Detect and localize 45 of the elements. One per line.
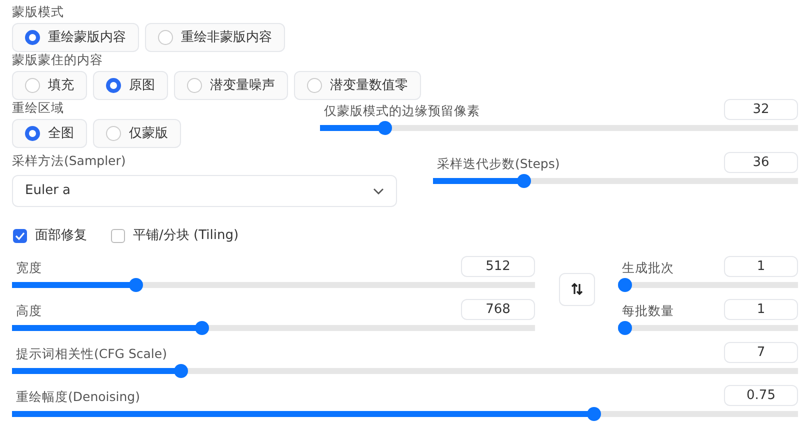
slider-thumb[interactable] [618,320,632,334]
slider-thumb[interactable] [587,406,602,420]
radio-option[interactable]: 重绘非蒙版内容 [145,23,285,52]
slider-thumb[interactable] [195,320,210,334]
field-label: 提示词相关性(CFG Scale) [15,344,167,362]
field-label: 每批数量 [621,302,674,318]
field-label: 重绘幅度(Denoising) [15,388,140,404]
field-label: 仅蒙版模式的边缘预留像素 [323,102,480,119]
slider-thumb[interactable] [517,174,532,188]
number-field[interactable]: 32 [724,99,798,120]
number-field[interactable]: 512 [461,256,535,276]
number-field[interactable]: 1 [724,298,798,320]
field-label: 采样方法(Sampler) [12,153,127,169]
slider-thumb[interactable] [129,278,144,292]
number-field[interactable]: 7 [724,342,798,362]
field-label: 生成批次 [621,258,674,276]
radio-option[interactable]: 全图 [12,119,87,148]
field-label: 宽度 [15,258,42,276]
radio-option[interactable]: 填充 [12,71,87,100]
radio-option[interactable]: 潜变量数值零 [294,71,421,100]
number-field[interactable]: 1 [724,256,798,276]
radio-option[interactable]: 原图 [93,71,168,100]
field-label: 重绘区域 [12,100,65,116]
radio-option[interactable]: 重绘蒙版内容 [12,23,139,52]
checkmark-icon [15,232,25,240]
checkbox-option[interactable]: 面部修复 [13,226,87,246]
swap-arrows-icon [570,283,582,295]
number-field[interactable]: 36 [724,152,798,173]
field-label: 蒙版蒙住的内容 [12,52,104,68]
checkbox[interactable] [13,228,27,243]
slider-thumb[interactable] [378,121,392,135]
radio-option[interactable]: 仅蒙版 [93,119,181,148]
sampler-dropdown[interactable]: Euler a [12,175,397,207]
checkbox-option[interactable]: 平铺/分块 (Tiling) [111,226,239,246]
field-label: 高度 [15,302,42,318]
number-field[interactable]: 768 [461,298,535,320]
field-label: 采样迭代步数(Steps) [436,155,560,172]
radio-option[interactable]: 潜变量噪声 [174,71,288,100]
field-label: 蒙版模式 [12,4,65,20]
slider-thumb[interactable] [174,364,188,378]
chevron-down-icon [373,188,384,194]
slider-thumb[interactable] [618,278,632,292]
checkbox[interactable] [111,228,125,243]
number-field[interactable]: 0.75 [724,384,798,406]
swap-button[interactable] [558,272,594,306]
